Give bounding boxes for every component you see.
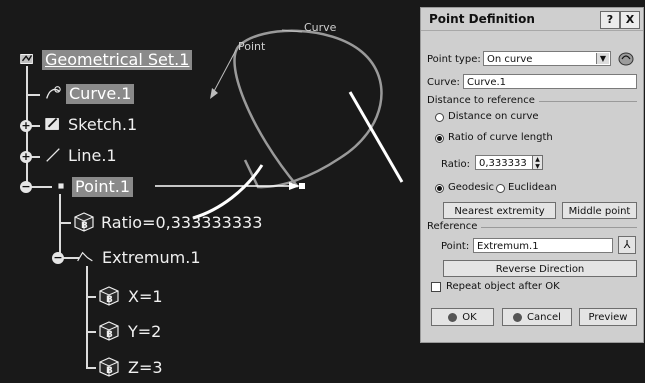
tree-item-geometrical-set[interactable]: Geometrical Set.1 [42, 50, 193, 70]
x-parameter-icon: B [99, 286, 119, 306]
svg-text:B: B [106, 366, 113, 376]
curve-field[interactable]: Curve.1 [463, 74, 637, 89]
ratio-parameter-icon: B [74, 212, 94, 232]
ratio-spinner-icon[interactable]: ▲ ▼ [532, 155, 543, 170]
tree-item-z[interactable]: Z=3 [128, 358, 163, 378]
reference-section-label: Reference [427, 221, 478, 232]
sketch-icon [45, 117, 59, 130]
distance-on-curve-label[interactable]: Distance on curve [448, 111, 539, 122]
tree-item-point[interactable]: Point.1 [72, 177, 133, 197]
distance-on-curve-radio[interactable] [435, 113, 444, 122]
ok-icon [448, 312, 458, 322]
reverse-direction-button[interactable]: Reverse Direction [443, 260, 637, 277]
geodesic-radio[interactable] [435, 184, 444, 193]
cancel-icon [513, 312, 523, 322]
point-type-select[interactable]: On curve ▼ [483, 51, 611, 66]
ratio-of-curve-length-label[interactable]: Ratio of curve length [448, 132, 553, 143]
tree-item-x[interactable]: X=1 [128, 287, 163, 307]
svg-text:B: B [106, 330, 113, 340]
reference-point-field[interactable]: Extremum.1 [473, 238, 613, 253]
preview-button[interactable]: Preview [579, 308, 637, 326]
dialog-title-bar[interactable]: Point Definition ? X [421, 8, 643, 31]
ratio-of-curve-length-radio[interactable] [435, 134, 444, 143]
svg-text:B: B [106, 295, 113, 305]
tree-item-y[interactable]: Y=2 [128, 322, 161, 342]
tree-item-sketch[interactable]: Sketch.1 [68, 115, 137, 135]
curve-label: Curve [304, 21, 337, 34]
point-label-pointer [211, 49, 237, 96]
point-type-value: On curve [487, 54, 533, 65]
expand-line-icon[interactable]: + [20, 151, 32, 163]
help-button[interactable]: ? [600, 11, 620, 29]
nearest-extremity-button[interactable]: Nearest extremity [443, 202, 556, 219]
tree-item-ratio[interactable]: Ratio=0,333333333 [101, 213, 262, 233]
collapse-extremum-icon[interactable]: − [52, 252, 64, 264]
extremum-icon [77, 251, 93, 262]
tree-item-line[interactable]: Line.1 [68, 146, 117, 166]
ratio-field-label: Ratio: [441, 159, 471, 170]
tree-item-extremum[interactable]: Extremum.1 [102, 248, 201, 268]
expand-sketch-icon[interactable]: + [20, 120, 32, 132]
point-type-label: Point type: [427, 54, 481, 65]
repeat-object-label[interactable]: Repeat object after OK [446, 281, 560, 292]
euclidean-label[interactable]: Euclidean [508, 182, 557, 193]
geometrical-set-icon [20, 54, 33, 64]
point-definition-dialog: Point Definition ? X Point type: On curv… [420, 7, 644, 343]
curve-field-label: Curve: [427, 77, 460, 88]
euclidean-radio[interactable] [496, 184, 505, 193]
cancel-label: Cancel [527, 312, 561, 323]
distance-section-label: Distance to reference [427, 95, 535, 106]
3d-viewer[interactable]: Curve Point Geometrical Set.1 Curve.1 + … [0, 0, 645, 383]
point-marker [299, 183, 305, 189]
ok-button[interactable]: OK [431, 308, 494, 326]
ratio-field[interactable]: 0,333333 [475, 155, 533, 170]
z-parameter-icon: B [99, 357, 119, 377]
ok-label: OK [462, 312, 477, 323]
cancel-button[interactable]: Cancel [502, 308, 572, 326]
collapse-point-icon[interactable]: − [20, 181, 32, 193]
reference-point-picker-icon[interactable]: ⅄ [618, 236, 636, 254]
line-icon [46, 148, 60, 162]
y-parameter-icon: B [99, 321, 119, 341]
svg-text:B: B [81, 221, 88, 231]
curve-icon [46, 86, 61, 99]
geodesic-label[interactable]: Geodesic [448, 182, 494, 193]
line-geometry [348, 91, 404, 183]
chevron-down-icon[interactable]: ▼ [596, 53, 609, 64]
dialog-title: Point Definition [429, 12, 535, 26]
reference-point-label: Point: [441, 241, 470, 252]
point-icon [58, 183, 64, 189]
middle-point-button[interactable]: Middle point [562, 202, 637, 219]
stacking-icon[interactable] [617, 50, 635, 67]
tree-item-curve[interactable]: Curve.1 [66, 84, 135, 104]
repeat-object-checkbox[interactable] [431, 282, 441, 292]
point-label: Point [238, 40, 266, 53]
close-button[interactable]: X [620, 11, 640, 29]
